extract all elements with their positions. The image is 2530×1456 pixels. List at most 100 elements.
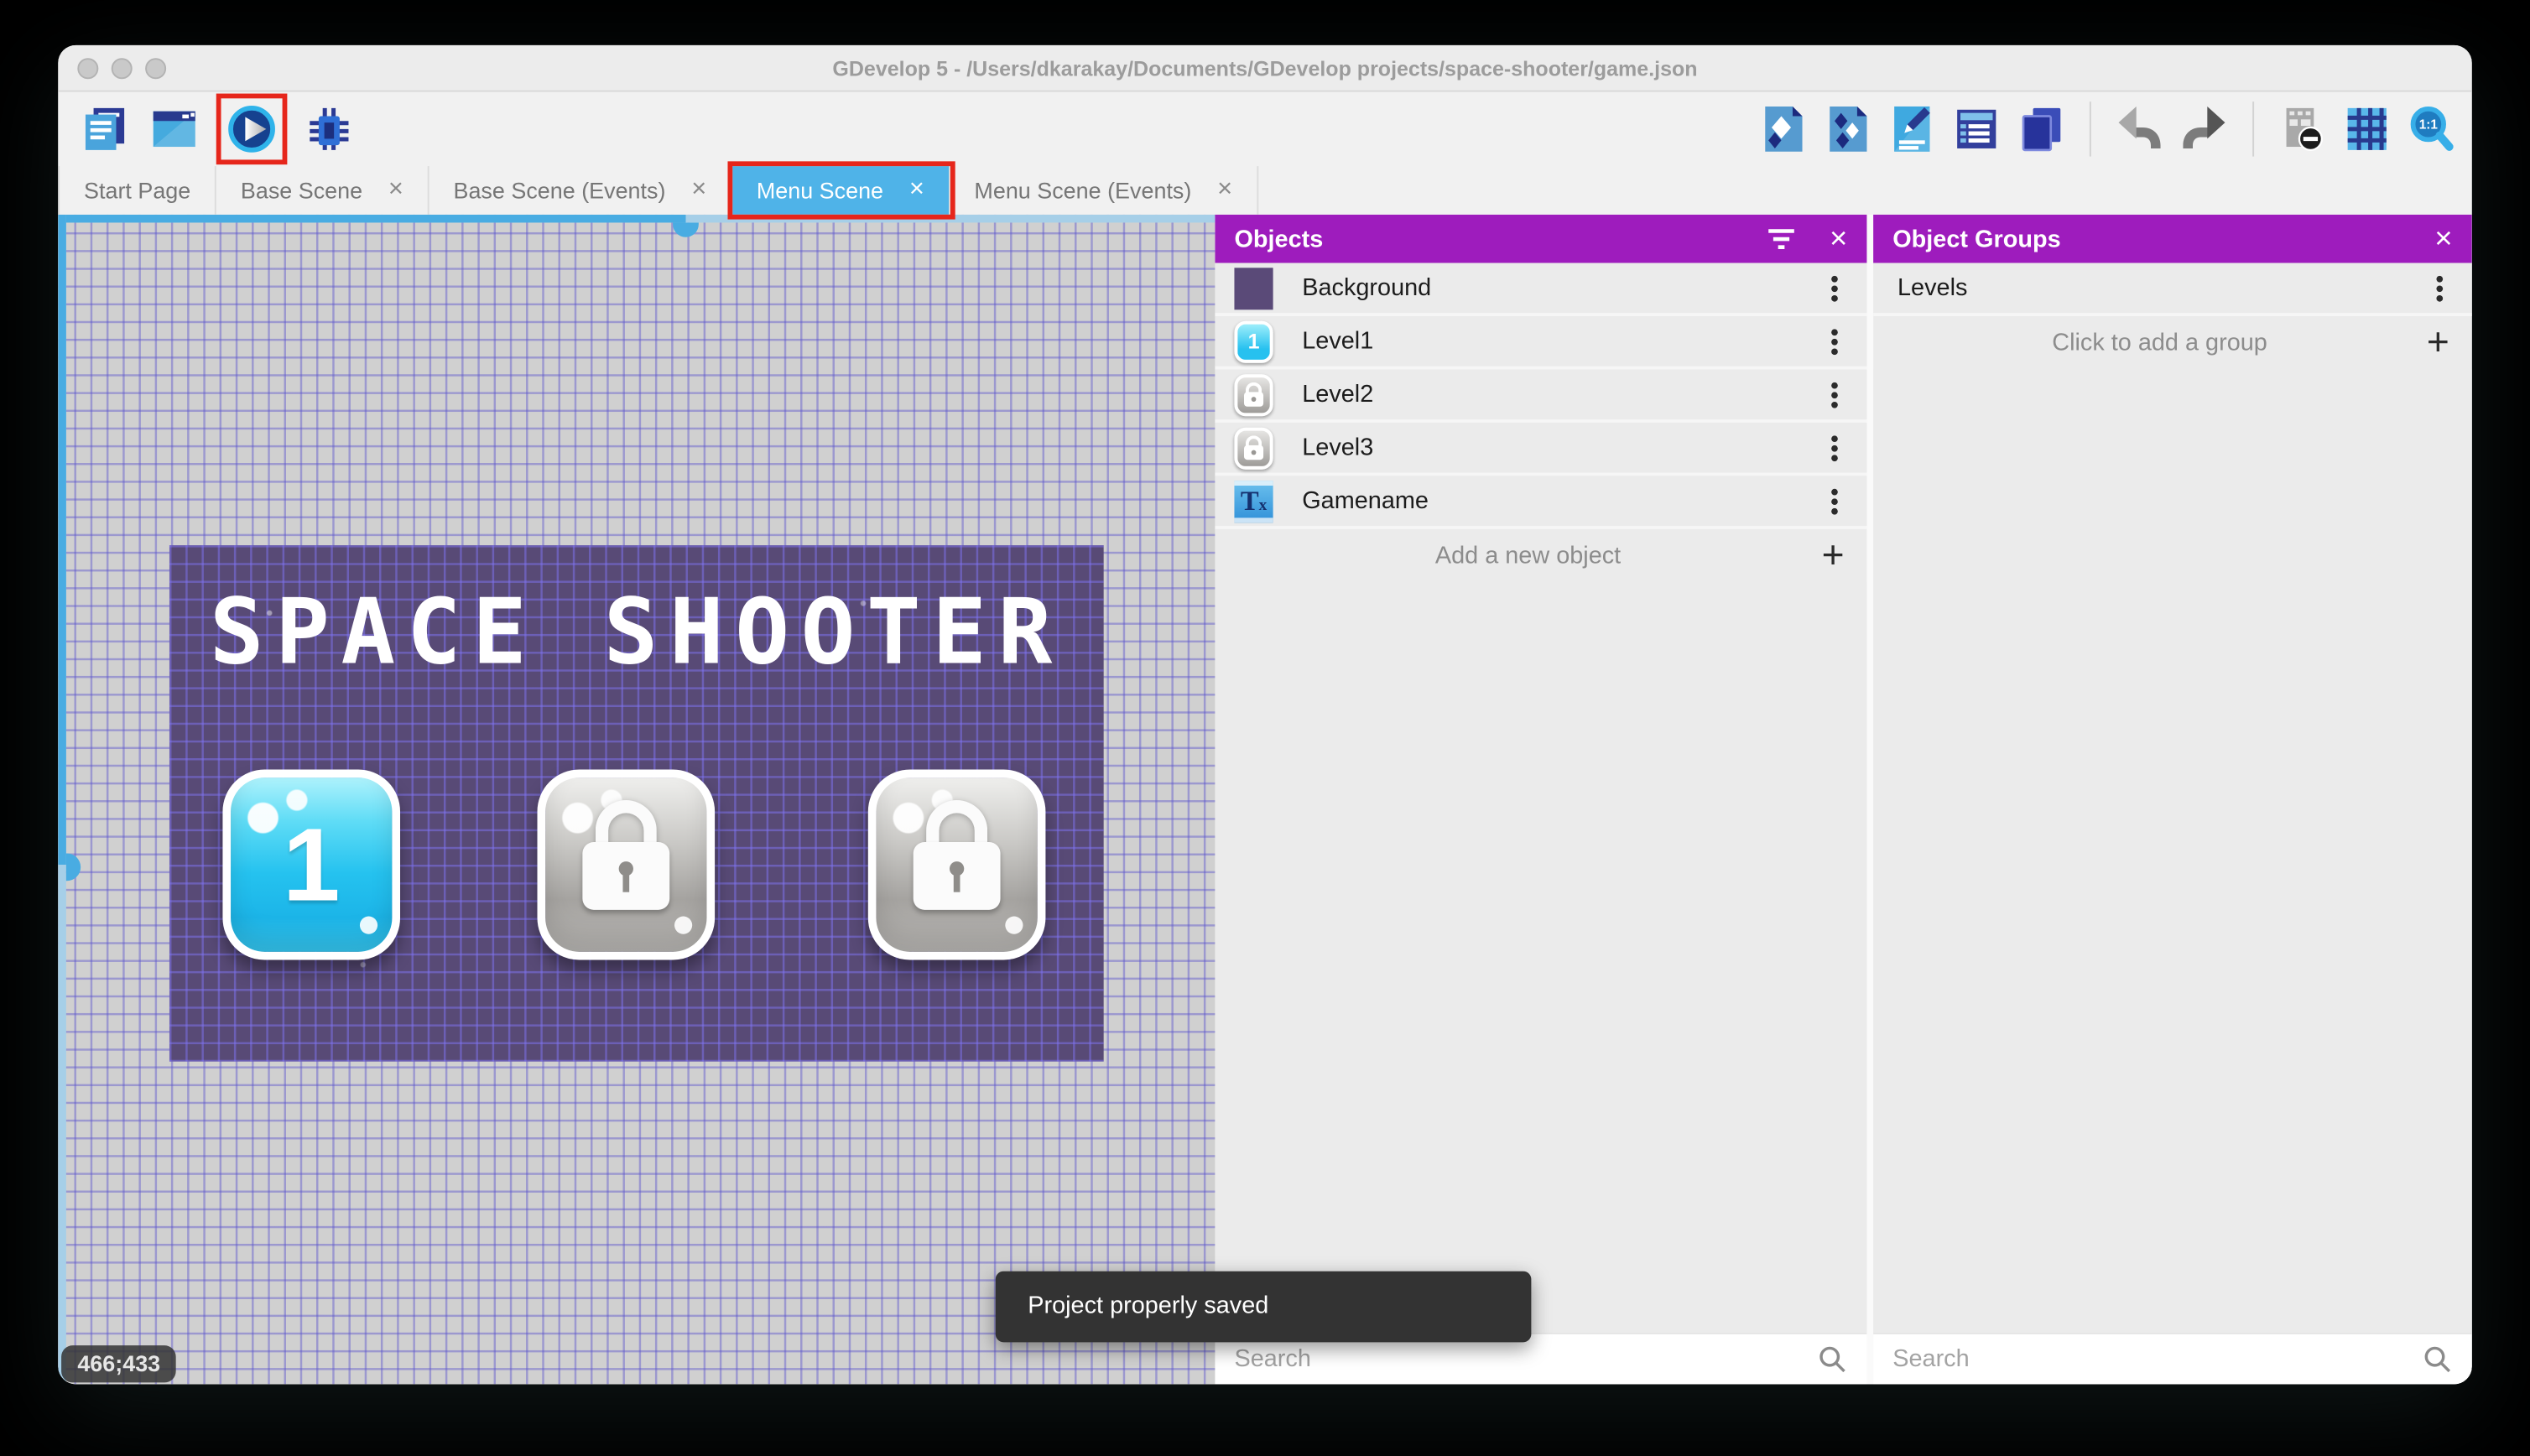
object-row-background[interactable]: Background — [1215, 263, 1867, 317]
gdevelop-window: GDevelop 5 - /Users/dkarakay/Documents/G… — [58, 44, 2472, 1385]
toolbar-divider — [2252, 101, 2255, 157]
text-object-thumbnail: Tx — [1234, 480, 1273, 523]
debugger-icon — [310, 107, 349, 150]
search-icon[interactable] — [1819, 1344, 1848, 1374]
add-object-icon[interactable]: + — [1822, 533, 1845, 579]
tab-label: Menu Scene — [756, 177, 884, 204]
objects-search-input[interactable] — [1234, 1345, 1819, 1373]
tab-label: Base Scene (Events) — [453, 177, 666, 204]
tab-close-icon[interactable]: × — [1217, 177, 1232, 204]
debugger-button[interactable] — [302, 101, 357, 156]
close-window-button[interactable] — [77, 58, 99, 80]
groups-search-input[interactable] — [1892, 1345, 2424, 1373]
zoom-window-button[interactable] — [145, 58, 167, 80]
add-group-row[interactable]: Click to add a group + — [1873, 316, 2472, 369]
group-name: Levels — [1898, 273, 1968, 302]
button-highlight-dot — [359, 916, 378, 934]
horizontal-scrollbar[interactable] — [58, 214, 1216, 223]
play-icon — [228, 105, 275, 153]
horizontal-scrollbar-thumb[interactable] — [673, 222, 699, 237]
open-layers-button[interactable] — [2013, 101, 2068, 156]
tab-base-scene-events[interactable]: Base Scene (Events) × — [429, 166, 732, 215]
filter-icon[interactable] — [1767, 228, 1794, 249]
tab-label: Base Scene — [240, 177, 363, 204]
object-groups-title: Object Groups — [1892, 225, 2061, 253]
object-row-level3[interactable]: Level3 — [1215, 422, 1867, 476]
project-manager-button[interactable] — [77, 101, 132, 156]
grid-icon — [2347, 107, 2387, 150]
object-groups-body — [1873, 369, 2472, 1333]
object-menu-icon[interactable] — [1831, 434, 1838, 442]
toggle-grid-button[interactable] — [2340, 101, 2394, 156]
instances-list-icon — [1957, 109, 1996, 148]
button-highlight-dot — [1005, 916, 1023, 934]
object-groups-icon — [1830, 106, 1867, 152]
toggle-mask-button[interactable] — [2275, 101, 2330, 156]
close-panel-icon[interactable]: × — [2434, 223, 2452, 254]
level1-button-instance[interactable]: 1 — [222, 769, 401, 960]
titlebar[interactable]: GDevelop 5 - /Users/dkarakay/Documents/G… — [58, 44, 2472, 92]
objects-panel-icon — [1765, 106, 1803, 152]
object-menu-icon[interactable] — [1831, 381, 1838, 388]
redo-button[interactable] — [2177, 101, 2231, 156]
scene-editor-canvas[interactable]: SPACE SHOOTER 1 466;433 — [58, 214, 1216, 1385]
mask-icon — [2286, 107, 2324, 152]
undo-icon — [2118, 106, 2161, 148]
toolbar: 1:1 — [58, 91, 2472, 167]
project-manager-icon — [85, 107, 125, 150]
tab-menu-scene[interactable]: Menu Scene × — [727, 161, 955, 220]
groups-search-bar — [1873, 1332, 2472, 1385]
level1-thumbnail: 1 — [1234, 320, 1273, 362]
open-scene-button[interactable] — [147, 101, 201, 156]
group-menu-icon[interactable] — [2436, 274, 2444, 282]
tab-start-page[interactable]: Start Page — [58, 166, 217, 215]
level2-button-instance[interactable] — [537, 769, 716, 960]
tab-menu-scene-events[interactable]: Menu Scene (Events) × — [950, 166, 1258, 215]
gamename-text-instance[interactable]: SPACE SHOOTER — [169, 580, 1104, 685]
play-button-highlight — [216, 93, 288, 165]
background-instance[interactable]: SPACE SHOOTER 1 — [169, 545, 1104, 1062]
cursor-position-badge: 466;433 — [61, 1345, 177, 1383]
open-instances-list-button[interactable] — [1950, 101, 2004, 156]
open-properties-button[interactable] — [1885, 101, 1939, 156]
object-row-gamename[interactable]: Tx Gamename — [1215, 476, 1867, 529]
object-groups-panel: Object Groups × Levels Click to add a gr… — [1873, 214, 2472, 1385]
object-menu-icon[interactable] — [1831, 328, 1838, 335]
tab-close-icon[interactable]: × — [909, 177, 924, 204]
panel-divider[interactable] — [1866, 214, 1874, 1385]
object-name: Level3 — [1302, 434, 1374, 462]
minimize-window-button[interactable] — [111, 58, 133, 80]
zoom-original-button[interactable]: 1:1 — [2404, 101, 2459, 156]
objects-panel-body — [1215, 582, 1867, 1333]
tab-close-icon[interactable]: × — [691, 177, 706, 204]
main-area: SPACE SHOOTER 1 466;433 Objects × Backgr… — [58, 214, 2472, 1385]
vertical-scrollbar-thumb[interactable] — [65, 853, 81, 881]
open-object-groups-button[interactable] — [1820, 101, 1875, 156]
vertical-scrollbar[interactable] — [58, 214, 66, 1385]
tab-label: Menu Scene (Events) — [974, 177, 1192, 204]
search-icon[interactable] — [2423, 1344, 2453, 1374]
undo-button[interactable] — [2112, 101, 2167, 156]
level3-button-instance[interactable] — [867, 769, 1046, 960]
screenshot-stage: GDevelop 5 - /Users/dkarakay/Documents/G… — [0, 0, 2530, 1455]
object-name: Level1 — [1302, 327, 1374, 356]
play-button[interactable] — [224, 101, 279, 156]
close-panel-icon[interactable]: × — [1830, 223, 1847, 254]
tab-bar: Start Page Base Scene × Base Scene (Even… — [58, 161, 2472, 220]
add-object-row[interactable]: Add a new object + — [1215, 529, 1866, 582]
open-objects-panel-button[interactable] — [1756, 101, 1810, 156]
toolbar-divider — [2089, 101, 2091, 157]
add-group-icon[interactable]: + — [2427, 320, 2449, 366]
tab-close-icon[interactable]: × — [388, 177, 403, 204]
save-toast: Project properly saved — [995, 1271, 1532, 1343]
tab-base-scene[interactable]: Base Scene × — [216, 166, 429, 215]
button-highlight-dot — [674, 916, 693, 934]
object-row-level1[interactable]: 1 Level1 — [1215, 316, 1867, 370]
object-menu-icon[interactable] — [1831, 274, 1838, 282]
object-menu-icon[interactable] — [1831, 487, 1838, 495]
object-row-level2[interactable]: Level2 — [1215, 369, 1867, 423]
traffic-lights — [77, 58, 167, 80]
properties-icon — [1894, 106, 1930, 152]
group-row-levels[interactable]: Levels — [1873, 263, 2472, 317]
object-name: Background — [1302, 273, 1432, 302]
